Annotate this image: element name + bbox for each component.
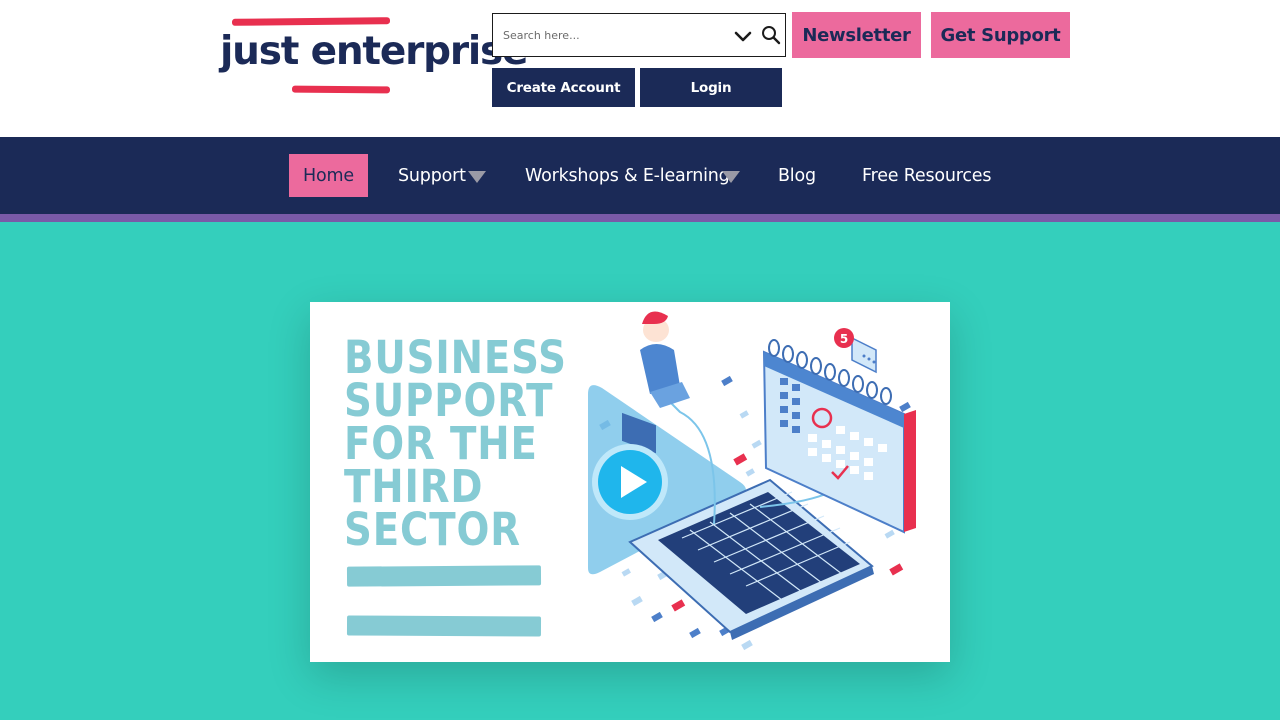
nav-accent-stripe (0, 214, 1280, 222)
svg-text:5: 5 (840, 332, 848, 346)
caret-down-icon[interactable] (722, 171, 740, 183)
logo-text: just enterprise (220, 29, 528, 74)
nav-item-support[interactable]: Support (398, 154, 466, 197)
just-enterprise-logo[interactable]: just enterprise (220, 16, 528, 96)
person (622, 311, 690, 454)
caret-down-icon[interactable] (468, 171, 486, 183)
logo-red-bar-top (231, 17, 391, 26)
headline-line: SECTOR (344, 503, 521, 556)
main-navigation: Home Support Workshops & E-learning Blog… (0, 137, 1280, 214)
decorative-brush-stroke (346, 615, 542, 637)
site-header: just enterprise Newsletter Get Support C… (0, 0, 1280, 137)
search-box (492, 13, 786, 57)
nav-item-home[interactable]: Home (289, 154, 368, 197)
nav-item-workshops[interactable]: Workshops & E-learning (525, 154, 730, 197)
nav-item-blog[interactable]: Blog (778, 154, 816, 197)
headline-line: FOR THE (344, 417, 538, 470)
notification-badge: 5 (834, 328, 854, 348)
video-thumbnail[interactable]: BUSINESS SUPPORT FOR THE THIRD SECTOR 5 (310, 302, 950, 662)
nav-item-free-resources[interactable]: Free Resources (862, 154, 991, 197)
play-icon[interactable] (590, 442, 670, 522)
hero-section: BUSINESS SUPPORT FOR THE THIRD SECTOR 5 (0, 222, 1280, 720)
search-input[interactable] (503, 23, 718, 47)
headline-line: THIRD (344, 460, 484, 513)
login-button[interactable]: Login (640, 68, 782, 107)
logo-red-bar-bottom (291, 85, 391, 94)
decorative-brush-stroke (346, 565, 542, 587)
hero-headline: BUSINESS SUPPORT FOR THE THIRD SECTOR (344, 331, 584, 556)
newsletter-button[interactable]: Newsletter (792, 12, 921, 58)
headline-line: SUPPORT (344, 374, 554, 427)
get-support-button[interactable]: Get Support (931, 12, 1070, 58)
headline-line: BUSINESS (344, 331, 567, 384)
chevron-down-icon[interactable] (733, 26, 753, 46)
create-account-button[interactable]: Create Account (492, 68, 635, 107)
search-icon[interactable] (761, 25, 781, 45)
